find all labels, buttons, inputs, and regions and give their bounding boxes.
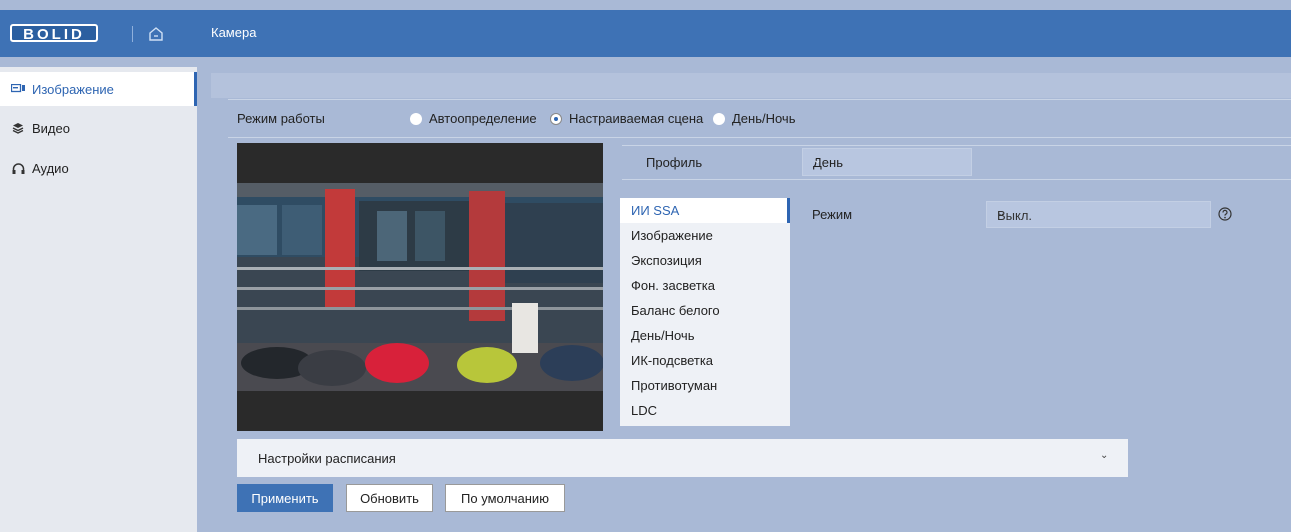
sidebar-item-label: Аудио xyxy=(32,160,69,176)
top-bar: BOLID Камера xyxy=(0,10,1291,57)
profile-select[interactable]: День ⌄ xyxy=(802,148,972,176)
page-title[interactable]: Камера xyxy=(211,25,256,40)
setting-mode-label: Режим xyxy=(812,207,853,222)
radio-day-night[interactable]: День/Ночь xyxy=(713,111,795,126)
sidebar-item-label: Изображение xyxy=(32,81,114,97)
radio-label: День/Ночь xyxy=(732,111,796,126)
camera-image xyxy=(237,183,603,391)
setting-mode-select[interactable]: Выкл. ⌄ xyxy=(986,201,1211,228)
menu-item-day-night[interactable]: День/Ночь xyxy=(620,323,790,348)
refresh-button[interactable]: Обновить xyxy=(346,484,433,512)
image-settings-menu: ИИ SSA Изображение Экспозиция Фон. засве… xyxy=(620,198,790,426)
menu-item-backlight[interactable]: Фон. засветка xyxy=(620,273,790,298)
profile-row: Профиль День ⌄ xyxy=(622,145,1291,180)
sidebar-item-video[interactable]: Видео xyxy=(0,111,197,145)
radio-circle[interactable] xyxy=(713,112,725,125)
sidebar-item-label: Видео xyxy=(32,120,70,136)
mode-label: Режим работы xyxy=(237,111,325,126)
layers-icon xyxy=(10,121,26,135)
sidebar-item-audio[interactable]: Аудио xyxy=(0,151,197,185)
radio-circle-checked[interactable] xyxy=(550,112,562,125)
divider xyxy=(132,26,133,42)
headphones-icon xyxy=(10,161,26,175)
radio-circle[interactable] xyxy=(410,112,422,125)
sidebar: Изображение Видео Аудио xyxy=(0,67,197,532)
schedule-settings-panel[interactable]: Настройки расписания ⌄ xyxy=(237,439,1128,477)
radio-label: Автоопределение xyxy=(429,111,537,126)
chevron-down-icon[interactable]: ⌄ xyxy=(1100,450,1108,461)
default-button[interactable]: По умолчанию xyxy=(445,484,565,512)
camera-preview[interactable] xyxy=(237,143,603,431)
image-icon xyxy=(10,82,26,96)
apply-button[interactable]: Применить xyxy=(237,484,333,512)
radio-auto[interactable]: Автоопределение xyxy=(410,111,537,126)
help-icon[interactable] xyxy=(1218,207,1232,221)
radio-label: Настраиваемая сцена xyxy=(569,111,704,126)
menu-item-exposure[interactable]: Экспозиция xyxy=(620,248,790,273)
chevron-down-icon: ⌄ xyxy=(997,208,1006,219)
radio-custom-scene[interactable]: Настраиваемая сцена xyxy=(550,111,703,126)
mode-row: Режим работы Автоопределение Настраиваем… xyxy=(228,99,1291,138)
profile-label: Профиль xyxy=(646,155,703,170)
menu-item-white-balance[interactable]: Баланс белого xyxy=(620,298,790,323)
menu-item-ldc[interactable]: LDC xyxy=(620,398,790,423)
home-icon[interactable] xyxy=(146,24,166,44)
brand-logo: BOLID xyxy=(10,24,98,43)
menu-item-image[interactable]: Изображение xyxy=(620,223,790,248)
menu-item-ai-ssa[interactable]: ИИ SSA xyxy=(620,198,790,223)
main-content: Режим работы Автоопределение Настраиваем… xyxy=(211,73,1291,532)
chevron-down-icon: ⌄ xyxy=(813,155,822,166)
sidebar-item-image[interactable]: Изображение xyxy=(0,72,197,106)
menu-item-defog[interactable]: Противотуман xyxy=(620,373,790,398)
menu-item-ir-light[interactable]: ИК-подсветка xyxy=(620,348,790,373)
schedule-label: Настройки расписания xyxy=(258,451,396,466)
content-header-strip xyxy=(211,73,1291,98)
